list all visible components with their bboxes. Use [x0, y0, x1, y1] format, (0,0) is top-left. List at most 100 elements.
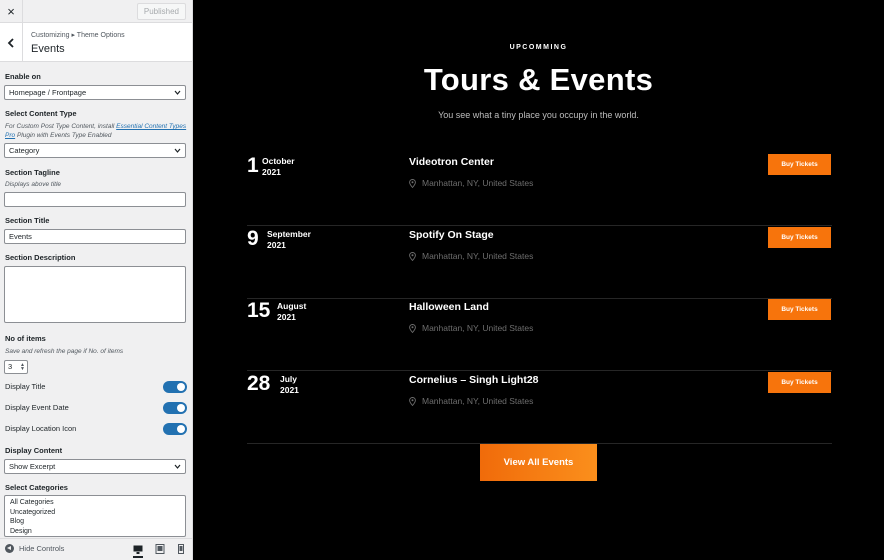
content-type-desc-prefix: For Custom Post Type Content, install	[5, 123, 115, 130]
no-of-items-desc: Save and refresh the page if No. of item…	[5, 348, 124, 355]
section-tagline-label: Section Tagline	[5, 168, 60, 177]
event-location-text: Manhattan, NY, United States	[422, 323, 534, 333]
chevron-down-icon	[174, 464, 181, 469]
buy-tickets-button[interactable]: Buy Tickets	[768, 299, 831, 320]
toggle-label: Display Title	[5, 382, 46, 391]
content-type-value: Category	[9, 146, 40, 155]
map-pin-icon	[409, 251, 416, 261]
event-year: 2021	[277, 312, 296, 322]
event-day: 9	[247, 227, 259, 250]
event-year: 2021	[267, 240, 286, 250]
event-month: July	[280, 374, 298, 384]
chevron-down-icon	[174, 90, 181, 95]
display-event-date-toggle[interactable]	[163, 402, 187, 414]
map-pin-icon	[409, 323, 416, 333]
publish-button[interactable]: Published	[136, 3, 186, 20]
view-all-events-button[interactable]: View All Events	[480, 444, 597, 481]
event-month: August	[277, 301, 307, 311]
display-content-value: Show Excerpt	[9, 462, 56, 471]
tablet-preview-icon[interactable]	[155, 544, 165, 554]
section-title-label: Section Title	[5, 216, 50, 225]
buy-tickets-button[interactable]: Buy Tickets	[768, 227, 831, 248]
toggle-display-event-date: Display Event Date	[5, 402, 187, 414]
event-month-year: August 2021	[277, 301, 306, 323]
event-row: 28 July 2021 Cornelius – Singh Light28 M…	[247, 372, 832, 444]
display-content-select[interactable]: Show Excerpt	[4, 459, 186, 474]
event-month: September	[267, 229, 311, 239]
desktop-preview-icon[interactable]	[133, 544, 143, 558]
category-option[interactable]: All Categories	[10, 498, 180, 508]
section-description-textarea[interactable]	[4, 266, 186, 323]
enable-on-select[interactable]: Homepage / Frontpage	[4, 85, 186, 100]
section-description-label: Section Description	[5, 253, 76, 262]
enable-on-value: Homepage / Frontpage	[9, 88, 87, 97]
event-day: 1	[247, 154, 259, 177]
section-title: Events	[31, 43, 65, 55]
event-month-year: September 2021	[267, 229, 311, 251]
event-location: Manhattan, NY, United States	[409, 323, 533, 333]
event-year: 2021	[280, 385, 299, 395]
content-type-select[interactable]: Category	[4, 143, 186, 158]
spinner-icon[interactable]: ▲ ▼	[20, 363, 25, 372]
section-title-input[interactable]: Events	[4, 229, 186, 244]
display-location-icon-toggle[interactable]	[163, 423, 187, 435]
event-month-year: July 2021	[280, 374, 299, 396]
toggle-display-location-icon: Display Location Icon	[5, 423, 187, 435]
chevron-down-icon	[174, 148, 181, 153]
breadcrumb: Customizing ▸ Theme Options	[31, 32, 125, 39]
no-of-items-input[interactable]: 3 ▲ ▼	[4, 360, 28, 374]
content-type-desc-suffix: Plugin with Events Type Enabled	[16, 132, 112, 139]
section-heading: Tours & Events	[423, 62, 654, 97]
no-of-items-label: No of items	[5, 334, 46, 343]
event-day: 28	[247, 372, 271, 395]
event-year: 2021	[262, 167, 281, 177]
category-option[interactable]: Blog	[10, 517, 180, 527]
event-title[interactable]: Cornelius – Singh Light28	[409, 374, 539, 386]
content-type-desc: For Custom Post Type Content, install Es…	[5, 122, 189, 140]
event-row: 9 September 2021 Spotify On Stage Manhat…	[247, 227, 832, 299]
hide-controls-label: Hide Controls	[19, 544, 65, 553]
event-day: 15	[247, 299, 271, 322]
event-month-year: October 2021	[262, 156, 295, 178]
event-title[interactable]: Spotify On Stage	[409, 229, 494, 241]
customizer-sidebar: × Published Customizing ▸ Theme Options …	[0, 0, 193, 560]
enable-on-label: Enable on	[5, 72, 41, 81]
select-categories-label: Select Categories	[5, 483, 68, 492]
hide-controls-button[interactable]: Hide Controls	[5, 544, 64, 553]
select-categories-list[interactable]: All Categories Uncategorized Blog Design	[4, 495, 186, 537]
mobile-preview-icon[interactable]	[176, 544, 186, 554]
chevron-left-icon	[7, 37, 14, 48]
event-location: Manhattan, NY, United States	[409, 178, 533, 188]
event-month: October	[262, 156, 295, 166]
section-header: Customizing ▸ Theme Options Events	[0, 23, 192, 62]
close-icon[interactable]: ×	[0, 0, 23, 23]
customizer-header: × Published	[0, 0, 192, 23]
map-pin-icon	[409, 178, 416, 188]
toggle-display-title: Display Title	[5, 381, 187, 393]
section-eyebrow: UPCOMMING	[509, 44, 568, 51]
buy-tickets-button[interactable]: Buy Tickets	[768, 154, 831, 175]
event-location-text: Manhattan, NY, United States	[422, 396, 534, 406]
section-tagline: You see what a tiny place you occupy in …	[438, 110, 639, 120]
event-location: Manhattan, NY, United States	[409, 251, 533, 261]
event-location: Manhattan, NY, United States	[409, 396, 533, 406]
site-preview: UPCOMMING Tours & Events You see what a …	[193, 0, 884, 560]
event-title[interactable]: Halloween Land	[409, 301, 489, 313]
content-type-label: Select Content Type	[5, 109, 77, 118]
collapse-icon	[5, 544, 14, 553]
category-option[interactable]: Uncategorized	[10, 508, 180, 518]
event-location-text: Manhattan, NY, United States	[422, 178, 534, 188]
back-button[interactable]	[0, 23, 23, 62]
toggle-label: Display Event Date	[5, 403, 69, 412]
display-title-toggle[interactable]	[163, 381, 187, 393]
buy-tickets-button[interactable]: Buy Tickets	[768, 372, 831, 393]
display-content-label: Display Content	[5, 446, 63, 455]
no-of-items-value: 3	[8, 362, 13, 371]
customizer-footer: Hide Controls	[0, 538, 192, 560]
section-tagline-desc: Displays above title	[5, 181, 61, 188]
category-option[interactable]: Design	[10, 527, 180, 537]
event-row: 15 August 2021 Halloween Land Manhattan,…	[247, 299, 832, 371]
event-title[interactable]: Videotron Center	[409, 156, 494, 168]
section-tagline-input[interactable]	[4, 192, 186, 207]
toggle-label: Display Location Icon	[5, 424, 77, 433]
